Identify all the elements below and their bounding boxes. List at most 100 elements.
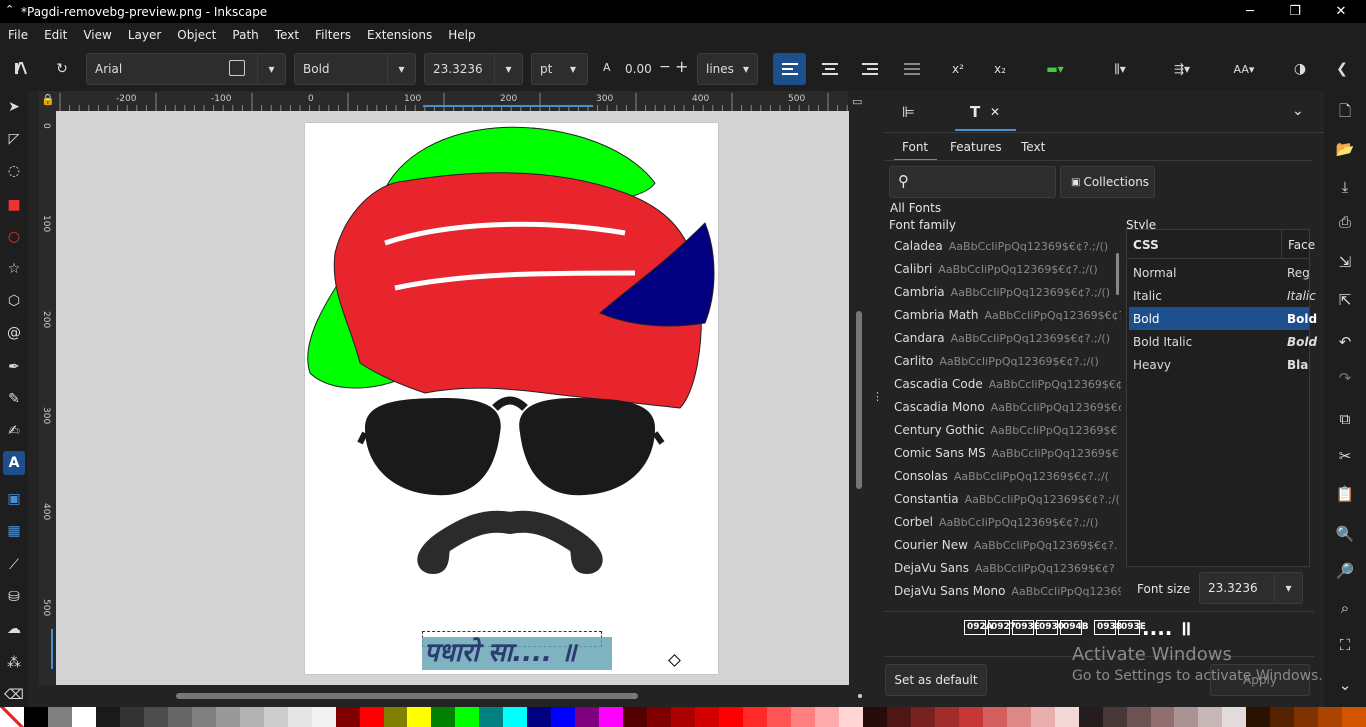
chevron-down-icon[interactable]: ▾ <box>559 54 587 84</box>
list-item[interactable]: Calibri AaBbCcIiPpQq12369$€¢?.;/() <box>894 262 1098 276</box>
color-swatch[interactable] <box>119 707 144 727</box>
selector-tool-icon[interactable]: ➤ <box>3 95 25 119</box>
pen-tool-icon[interactable]: ✒ <box>3 355 25 379</box>
color-swatch[interactable] <box>910 707 935 727</box>
list-item[interactable]: Century Gothic AaBbCcIiPpQq12369$€ <box>894 423 1118 437</box>
redo-icon[interactable]: ↷ <box>1332 365 1358 391</box>
subtab-text[interactable]: Text <box>1021 140 1061 161</box>
color-swatch[interactable] <box>431 707 456 727</box>
color-swatch[interactable] <box>1342 707 1366 727</box>
subtab-features[interactable]: Features <box>950 140 1010 161</box>
color-swatch[interactable] <box>311 707 336 727</box>
chevron-down-icon[interactable]: ▾ <box>494 54 522 84</box>
canvas-text-object[interactable]: पधारो सा.... ॥ <box>424 633 576 669</box>
color-swatch[interactable] <box>1270 707 1295 727</box>
chevron-down-icon[interactable]: ▾ <box>257 54 285 84</box>
minus-icon[interactable]: − <box>659 59 671 75</box>
snap-icon[interactable]: ◑ <box>1285 55 1315 83</box>
list-item[interactable]: Carlito AaBbCcIiPpQq12369$€¢?.;/() <box>894 354 1099 368</box>
list-item[interactable]: Consolas AaBbCcIiPpQq12369$€¢?.;/( <box>894 469 1109 483</box>
spray-tool-icon[interactable]: ⁂ <box>3 651 25 675</box>
ellipse-tool-icon[interactable]: ○ <box>3 225 25 249</box>
zoom-width-icon[interactable]: ⛶ <box>1332 632 1358 658</box>
align-icon[interactable]: ⊫ <box>902 103 915 121</box>
export-icon[interactable]: ⇱ <box>1332 287 1358 313</box>
menu-path[interactable]: Path <box>224 28 266 42</box>
mesh-tool-icon[interactable]: ▦ <box>3 519 25 543</box>
import-icon[interactable]: ⇲ <box>1332 249 1358 275</box>
color-swatch[interactable] <box>479 707 504 727</box>
font-features-icon[interactable]: AA ▾ <box>1222 55 1266 83</box>
color-swatch[interactable] <box>1102 707 1127 727</box>
reset-icon[interactable]: ↻ <box>47 55 77 83</box>
star-tool-icon[interactable]: ☆ <box>3 257 25 281</box>
scroll-thumb[interactable] <box>856 311 862 489</box>
subtab-font[interactable]: Font <box>894 140 937 161</box>
collections-button[interactable]: ▣ Collections <box>1060 166 1155 198</box>
style-row[interactable]: Normal Reg <box>1129 261 1310 284</box>
menu-text[interactable]: Text <box>267 28 307 42</box>
color-swatch[interactable] <box>383 707 408 727</box>
color-swatch[interactable] <box>671 707 696 727</box>
paint-bucket-tool-icon[interactable]: ⛁ <box>3 585 25 609</box>
node-tool-icon[interactable]: ◸ <box>3 127 25 151</box>
color-swatch[interactable] <box>719 707 744 727</box>
color-swatch[interactable] <box>1054 707 1079 727</box>
color-swatch[interactable] <box>575 707 600 727</box>
color-swatch[interactable] <box>862 707 887 727</box>
color-swatch[interactable] <box>1246 707 1271 727</box>
no-paint-swatch[interactable] <box>0 707 24 727</box>
horizontal-scrollbar[interactable] <box>56 685 869 707</box>
color-swatch[interactable] <box>838 707 863 727</box>
color-swatch[interactable] <box>263 707 288 727</box>
chevron-down-icon[interactable]: ⌄ <box>1332 672 1358 698</box>
set-default-button[interactable]: Set as default <box>885 664 987 696</box>
color-swatch[interactable] <box>407 707 432 727</box>
color-swatch[interactable] <box>167 707 192 727</box>
color-swatch[interactable] <box>503 707 528 727</box>
copy-icon[interactable]: ⧉ <box>1332 406 1358 432</box>
text-orientation-icon[interactable]: ▬▾ <box>1030 55 1080 83</box>
display-mode-icon[interactable]: ▭ <box>852 95 868 109</box>
color-swatch[interactable] <box>455 707 480 727</box>
search-input[interactable]: ⚲ <box>889 166 1056 198</box>
print-icon[interactable]: ⎙ <box>1332 209 1358 235</box>
chevron-left-icon[interactable]: ❮ <box>1327 55 1357 83</box>
list-item[interactable]: Comic Sans MS AaBbCcIiPpQq12369$€ <box>894 446 1119 460</box>
color-swatch[interactable] <box>1126 707 1151 727</box>
list-item[interactable]: Caladea AaBbCcIiPpQq12369$€¢?.;/() <box>894 239 1108 253</box>
subscript-icon[interactable]: x₂ <box>985 55 1015 83</box>
menu-filters[interactable]: Filters <box>307 28 359 42</box>
face-column-header[interactable]: Face <box>1288 238 1315 252</box>
color-swatch[interactable] <box>23 707 48 727</box>
plus-icon[interactable]: + <box>675 57 688 76</box>
style-row[interactable]: Bold Italic Bold <box>1129 330 1317 353</box>
dropper-tool-icon[interactable]: ⟋ <box>3 553 25 577</box>
color-swatch[interactable] <box>647 707 672 727</box>
list-item[interactable]: Courier New AaBbCcIiPpQq12369$€¢?. <box>894 538 1117 552</box>
color-swatch[interactable] <box>1078 707 1103 727</box>
color-swatch[interactable] <box>47 707 72 727</box>
style-row[interactable]: Italic Italic <box>1129 284 1316 307</box>
list-item[interactable]: Cambria AaBbCcIiPpQq12369$€¢?.;/() <box>894 285 1110 299</box>
font-size-combo[interactable]: 23.3236 ▾ <box>424 53 523 85</box>
tab-text-font[interactable]: T ✕ <box>955 91 1016 131</box>
save-icon[interactable]: ⤓ <box>1332 174 1358 200</box>
color-swatch[interactable] <box>1006 707 1031 727</box>
list-item[interactable]: DejaVu Sans Mono AaBbCcIiPpQq12369 <box>894 584 1121 598</box>
pencil-tool-icon[interactable]: ✎ <box>3 387 25 411</box>
zoom-selection-icon[interactable]: 🔍 <box>1332 521 1358 547</box>
color-palette[interactable] <box>0 707 1366 727</box>
color-swatch[interactable] <box>886 707 911 727</box>
menu-view[interactable]: View <box>75 28 119 42</box>
font-size-combo[interactable]: 23.3236 ▾ <box>1199 572 1303 604</box>
list-item[interactable]: Cambria Math AaBbCcIiPpQq12369$€¢?.;/ <box>894 308 1121 322</box>
open-icon[interactable]: 📂 <box>1332 136 1358 162</box>
menu-help[interactable]: Help <box>440 28 483 42</box>
font-style-combo[interactable]: Bold ▾ <box>294 53 416 85</box>
tweak-tool-icon[interactable]: ◌ <box>3 159 25 183</box>
canvas[interactable]: पधारो सा.... ॥ <box>56 111 849 685</box>
css-column-header[interactable]: CSS <box>1133 238 1159 252</box>
color-swatch[interactable] <box>1222 707 1247 727</box>
justify-button[interactable] <box>897 55 927 83</box>
